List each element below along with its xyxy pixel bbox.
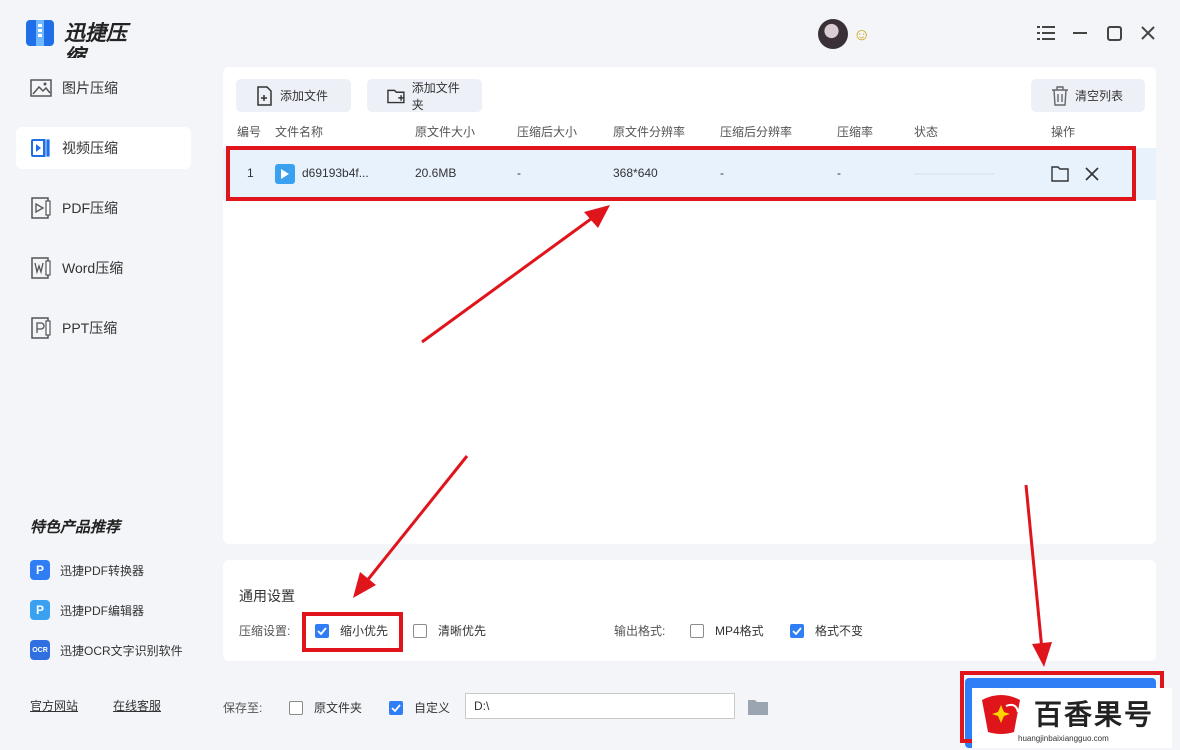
- col-status: 状态: [914, 125, 939, 139]
- app-logo: 迅捷压缩: [26, 18, 146, 58]
- sidebar-item-ppt[interactable]: PPT压缩: [16, 307, 191, 349]
- promo-label: 迅捷PDF编辑器: [60, 603, 145, 618]
- checkbox-checked-icon: [790, 623, 804, 638]
- output-format-label: 输出格式:: [614, 624, 666, 638]
- promo-pdf-converter[interactable]: P 迅捷PDF转换器: [30, 560, 144, 580]
- add-folder-button[interactable]: 添加文件夹: [367, 79, 482, 112]
- checkbox-icon: [413, 623, 427, 638]
- clear-list-label: 清空列表: [1075, 89, 1124, 103]
- smile-icon: ☺: [853, 25, 871, 44]
- opt-clear-label: 清晰优先: [438, 624, 487, 638]
- sidebar-item-pdf[interactable]: PDF压缩: [16, 187, 191, 229]
- app-title: 迅捷压缩: [64, 22, 127, 58]
- add-folder-label: 添加文件夹: [411, 80, 460, 112]
- close-icon[interactable]: [1137, 22, 1159, 44]
- sidebar-item-label: PPT压缩: [62, 320, 118, 336]
- annotation-box-file-row: [226, 146, 1136, 201]
- checkbox-checked-icon: [389, 700, 403, 715]
- settings-title: 通用设置: [239, 588, 295, 604]
- add-file-button[interactable]: 添加文件: [236, 79, 351, 112]
- ocr-icon: OCR: [30, 640, 50, 660]
- pdf-converter-icon: P: [30, 560, 50, 580]
- pdf-icon: [31, 197, 51, 219]
- col-no: 编号: [237, 125, 262, 139]
- col-comp-res: 压缩后分辨率: [720, 125, 793, 139]
- clear-list-button[interactable]: 清空列表: [1031, 79, 1145, 112]
- online-service-link[interactable]: 在线客服: [113, 697, 161, 714]
- sidebar-item-video[interactable]: 视频压缩: [16, 127, 191, 169]
- browse-folder-icon[interactable]: [748, 698, 768, 720]
- sidebar-item-label: 视频压缩: [62, 140, 118, 156]
- pdf-editor-icon: P: [30, 600, 50, 620]
- word-icon: [31, 257, 51, 279]
- col-orig-res: 原文件分辨率: [613, 125, 686, 139]
- sidebar-item-label: PDF压缩: [62, 200, 118, 216]
- sidebar-item-word[interactable]: Word压缩: [16, 247, 191, 289]
- save-custom-checkbox[interactable]: 自定义: [389, 699, 450, 716]
- official-site-link[interactable]: 官方网站: [30, 697, 78, 714]
- watermark-url: huangjinbaixiangguo.com: [1018, 734, 1109, 743]
- opt-keep-checkbox[interactable]: 格式不变: [790, 622, 863, 639]
- opt-mp4-label: MP4格式: [715, 624, 764, 638]
- ppt-icon: [31, 317, 51, 339]
- save-orig-label: 原文件夹: [314, 701, 363, 715]
- save-to-label: 保存至:: [223, 701, 263, 715]
- app-logo-icon: [26, 20, 54, 46]
- save-orig-checkbox[interactable]: 原文件夹: [289, 699, 362, 716]
- compress-setting-label: 压缩设置:: [239, 624, 291, 638]
- sidebar-item-image[interactable]: 图片压缩: [16, 67, 191, 109]
- promo-label: 迅捷PDF转换器: [60, 563, 145, 578]
- col-comp-size: 压缩后大小: [517, 125, 578, 139]
- promo-title: 特色产品推荐: [30, 519, 121, 536]
- opt-keep-label: 格式不变: [815, 624, 864, 638]
- add-folder-icon: [387, 89, 405, 103]
- sidebar-item-label: Word压缩: [62, 260, 124, 276]
- col-orig-size: 原文件大小: [415, 125, 476, 139]
- menu-icon[interactable]: [1035, 22, 1057, 44]
- sidebar-item-label: 图片压缩: [62, 80, 118, 96]
- promo-pdf-editor[interactable]: P 迅捷PDF编辑器: [30, 600, 144, 620]
- image-icon: [30, 79, 52, 97]
- opt-clear-checkbox[interactable]: 清晰优先: [413, 622, 486, 639]
- checkbox-icon: [289, 700, 303, 715]
- col-name: 文件名称: [275, 125, 324, 139]
- watermark-logo-icon: [982, 695, 1020, 734]
- checkbox-icon: [690, 623, 704, 638]
- minimize-icon[interactable]: [1069, 22, 1091, 44]
- save-path-input[interactable]: [465, 693, 735, 719]
- add-file-label: 添加文件: [280, 89, 329, 103]
- file-list-panel: 添加文件 添加文件夹 清空列表 编号 文件名称 原文件大小 压缩后大小 原文件分…: [223, 67, 1156, 544]
- save-custom-label: 自定义: [414, 701, 451, 715]
- trash-icon: [1052, 85, 1068, 106]
- opt-mp4-checkbox[interactable]: MP4格式: [690, 622, 764, 639]
- user-avatar[interactable]: [818, 19, 848, 49]
- promo-label: 迅捷OCR文字识别软件: [60, 643, 183, 658]
- promo-ocr[interactable]: OCR 迅捷OCR文字识别软件: [30, 640, 183, 660]
- video-icon: [31, 138, 51, 158]
- watermark: 百香果号 huangjinbaixiangguo.com: [972, 688, 1172, 748]
- add-file-icon: [257, 85, 272, 106]
- watermark-text: 百香果号: [1034, 698, 1155, 731]
- col-ratio: 压缩率: [837, 125, 874, 139]
- col-actions: 操作: [1051, 125, 1076, 139]
- maximize-icon[interactable]: [1103, 22, 1125, 44]
- annotation-box-small-option: [302, 612, 403, 652]
